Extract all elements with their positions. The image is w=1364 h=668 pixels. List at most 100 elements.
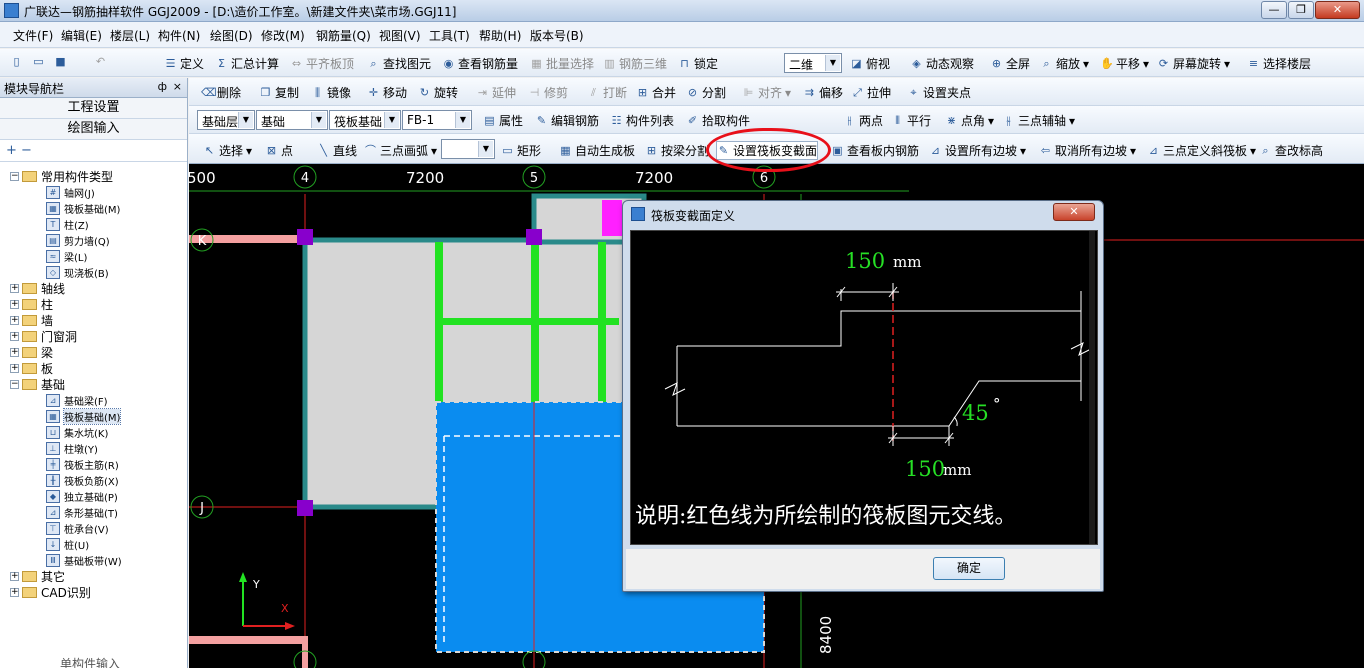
- tree-raft-neg-rebar[interactable]: ╫ 筏板负筋(X): [46, 472, 119, 488]
- point-button[interactable]: ⊠ 点: [265, 142, 293, 159]
- menu-member[interactable]: 构件(N): [158, 27, 200, 44]
- batch-select-button[interactable]: ▦ 批量选择: [530, 55, 594, 72]
- tree-beam-group[interactable]: + 梁: [10, 344, 53, 360]
- set-grip-button[interactable]: ⌖ 设置夹点: [907, 84, 971, 101]
- arc-mode-select[interactable]: ▼: [441, 139, 495, 159]
- menu-rebar-qty[interactable]: 钢筋量(Q): [316, 27, 371, 44]
- dialog-scrollbar[interactable]: [1089, 231, 1095, 544]
- menu-help[interactable]: 帮助(H): [479, 27, 521, 44]
- menu-file[interactable]: 文件(F): [13, 27, 53, 44]
- cancel-all-edges-button[interactable]: ⇦ 取消所有边坡 ▾: [1039, 142, 1136, 159]
- expand-icon[interactable]: +: [10, 315, 19, 325]
- dialog-close-button[interactable]: ✕: [1053, 203, 1095, 221]
- menu-draw[interactable]: 绘图(D): [210, 27, 253, 44]
- summary-button[interactable]: Σ 汇总计算: [215, 55, 279, 72]
- split-by-beam-button[interactable]: ⊞ 按梁分割: [645, 142, 709, 159]
- extend-button[interactable]: ⇥ 延伸: [476, 84, 516, 101]
- tree-raft-foundation[interactable]: ▦ 筏板基础(M): [46, 200, 120, 216]
- maximize-button[interactable]: ❐: [1288, 1, 1314, 19]
- rotate-button[interactable]: ↻ 旋转: [418, 84, 458, 101]
- screen-rotate-button[interactable]: ⟳ 屏幕旋转 ▾: [1157, 55, 1230, 72]
- expand-icon[interactable]: +: [10, 283, 19, 293]
- tree-pile[interactable]: ↓ 桩(U): [46, 536, 89, 552]
- align-slab-button[interactable]: ⇔ 平齐板顶: [290, 55, 354, 72]
- delete-button[interactable]: ⌫ 删除: [201, 84, 241, 101]
- category-select[interactable]: 基础 ▼: [256, 110, 328, 130]
- project-settings-tab[interactable]: 工程设置: [0, 98, 187, 119]
- expand-icon[interactable]: +: [10, 571, 19, 581]
- tree-common-types[interactable]: − 常用构件类型: [10, 168, 113, 184]
- item-select[interactable]: FB-1 ▼: [402, 110, 472, 130]
- collapse-icon[interactable]: −: [10, 379, 19, 389]
- close-button[interactable]: ✕: [1315, 1, 1360, 19]
- view-rebar-button[interactable]: ◉ 查看钢筋量: [442, 55, 518, 72]
- dynamic-view-button[interactable]: ◈ 动态观察: [910, 55, 974, 72]
- set-raft-section-button[interactable]: ✎ 设置筏板变截面: [715, 141, 819, 160]
- tree-other[interactable]: + 其它: [10, 568, 65, 584]
- line-button[interactable]: ╲ 直线: [317, 142, 357, 159]
- menu-floor[interactable]: 楼层(L): [110, 27, 150, 44]
- member-list-button[interactable]: ☷ 构件列表: [610, 112, 674, 129]
- tree-beam[interactable]: ≈ 梁(L): [46, 248, 87, 264]
- drawing-input-tab[interactable]: 绘图输入: [0, 119, 187, 140]
- align-button[interactable]: ⊫ 对齐 ▾: [742, 84, 791, 101]
- expand-icon[interactable]: +: [10, 331, 19, 341]
- copy-button[interactable]: ❐ 复制: [259, 84, 299, 101]
- top-view-button[interactable]: ◪ 俯视: [850, 55, 890, 72]
- merge-button[interactable]: ⊞ 合并: [636, 84, 676, 101]
- tree-pile-cap[interactable]: ⊤ 桩承台(V): [46, 520, 109, 536]
- rebar-3d-button[interactable]: ▥ 钢筋三维: [603, 55, 667, 72]
- menu-version[interactable]: 版本号(B): [530, 27, 584, 44]
- tree-foundation[interactable]: − 基础: [10, 376, 65, 392]
- select-button[interactable]: ↖ 选择 ▾: [203, 142, 252, 159]
- view-inner-rebar-button[interactable]: ▣ 查看板内钢筋: [831, 142, 919, 159]
- tree-foundation-strip[interactable]: Ⅲ 基础板带(W): [46, 552, 122, 568]
- three-point-slope-button[interactable]: ⊿ 三点定义斜筏板 ▾: [1147, 142, 1256, 159]
- three-point-axis-button[interactable]: ⫳ 三点辅轴 ▾: [1002, 112, 1075, 129]
- minimize-button[interactable]: —: [1261, 1, 1287, 19]
- properties-button[interactable]: ▤ 属性: [483, 112, 523, 129]
- menu-edit[interactable]: 编辑(E): [61, 27, 102, 44]
- close-icon[interactable]: ×: [173, 80, 182, 93]
- tree-slab[interactable]: + 板: [10, 360, 53, 376]
- type-select[interactable]: 筏板基础 ▼: [329, 110, 401, 130]
- menu-view[interactable]: 视图(V): [379, 27, 421, 44]
- offset-button[interactable]: ⇉ 偏移: [803, 84, 843, 101]
- ok-button[interactable]: 确定: [933, 557, 1005, 580]
- tree-col[interactable]: + 柱: [10, 296, 53, 312]
- tree-cad[interactable]: + CAD识别: [10, 584, 91, 600]
- break-button[interactable]: ⫽ 打断: [587, 84, 627, 101]
- arc-button[interactable]: ⌒ 三点画弧 ▾: [364, 142, 437, 159]
- collapse-icon[interactable]: −: [10, 171, 19, 181]
- new-file-button[interactable]: ▯: [10, 55, 23, 68]
- expand-icon[interactable]: +: [10, 299, 19, 309]
- tree-foundation-beam[interactable]: ⊿ 基础梁(F): [46, 392, 108, 408]
- tree-cast-slab[interactable]: ◇ 现浇板(B): [46, 264, 109, 280]
- pick-member-button[interactable]: ✐ 拾取构件: [686, 112, 750, 129]
- tree-isolated-foundation[interactable]: ◆ 独立基础(P): [46, 488, 118, 504]
- expand-icon[interactable]: +: [10, 347, 19, 357]
- tree-axis-grid[interactable]: # 轴网(J): [46, 184, 95, 200]
- tree-raft-foundation-selected[interactable]: ▦ 筏板基础(M): [46, 407, 122, 425]
- parallel-button[interactable]: ⫴ 平行: [891, 112, 931, 129]
- pin-icon[interactable]: ф: [158, 80, 167, 93]
- menu-modify[interactable]: 修改(M): [261, 27, 305, 44]
- open-file-button[interactable]: ▭: [32, 55, 45, 68]
- trim-button[interactable]: ⊣ 修剪: [528, 84, 568, 101]
- single-member-input-tab[interactable]: 单构件输入: [60, 656, 120, 668]
- rect-button[interactable]: ▭ 矩形: [501, 142, 541, 159]
- tree-raft-main-rebar[interactable]: ╪ 筏板主筋(R): [46, 456, 119, 472]
- tree-strip-foundation[interactable]: ⊿ 条形基础(T): [46, 504, 118, 520]
- tree-shear-wall[interactable]: ▤ 剪力墙(Q): [46, 232, 110, 248]
- pan-button[interactable]: ✋ 平移 ▾: [1100, 55, 1149, 72]
- expand-collapse-tools[interactable]: + −: [0, 140, 187, 162]
- undo-button[interactable]: ↶: [94, 55, 107, 68]
- floor-select[interactable]: 基础层 ▼: [197, 110, 255, 130]
- split-button[interactable]: ⊘ 分割: [686, 84, 726, 101]
- tree-column-pier[interactable]: ⊥ 柱墩(Y): [46, 440, 98, 456]
- select-floor-button[interactable]: ≡ 选择楼层: [1247, 55, 1311, 72]
- auto-gen-slab-button[interactable]: ▦ 自动生成板: [559, 142, 635, 159]
- move-button[interactable]: ✛ 移动: [367, 84, 407, 101]
- find-button[interactable]: ⌕ 查找图元: [367, 55, 431, 72]
- tree-column[interactable]: T 柱(Z): [46, 216, 89, 232]
